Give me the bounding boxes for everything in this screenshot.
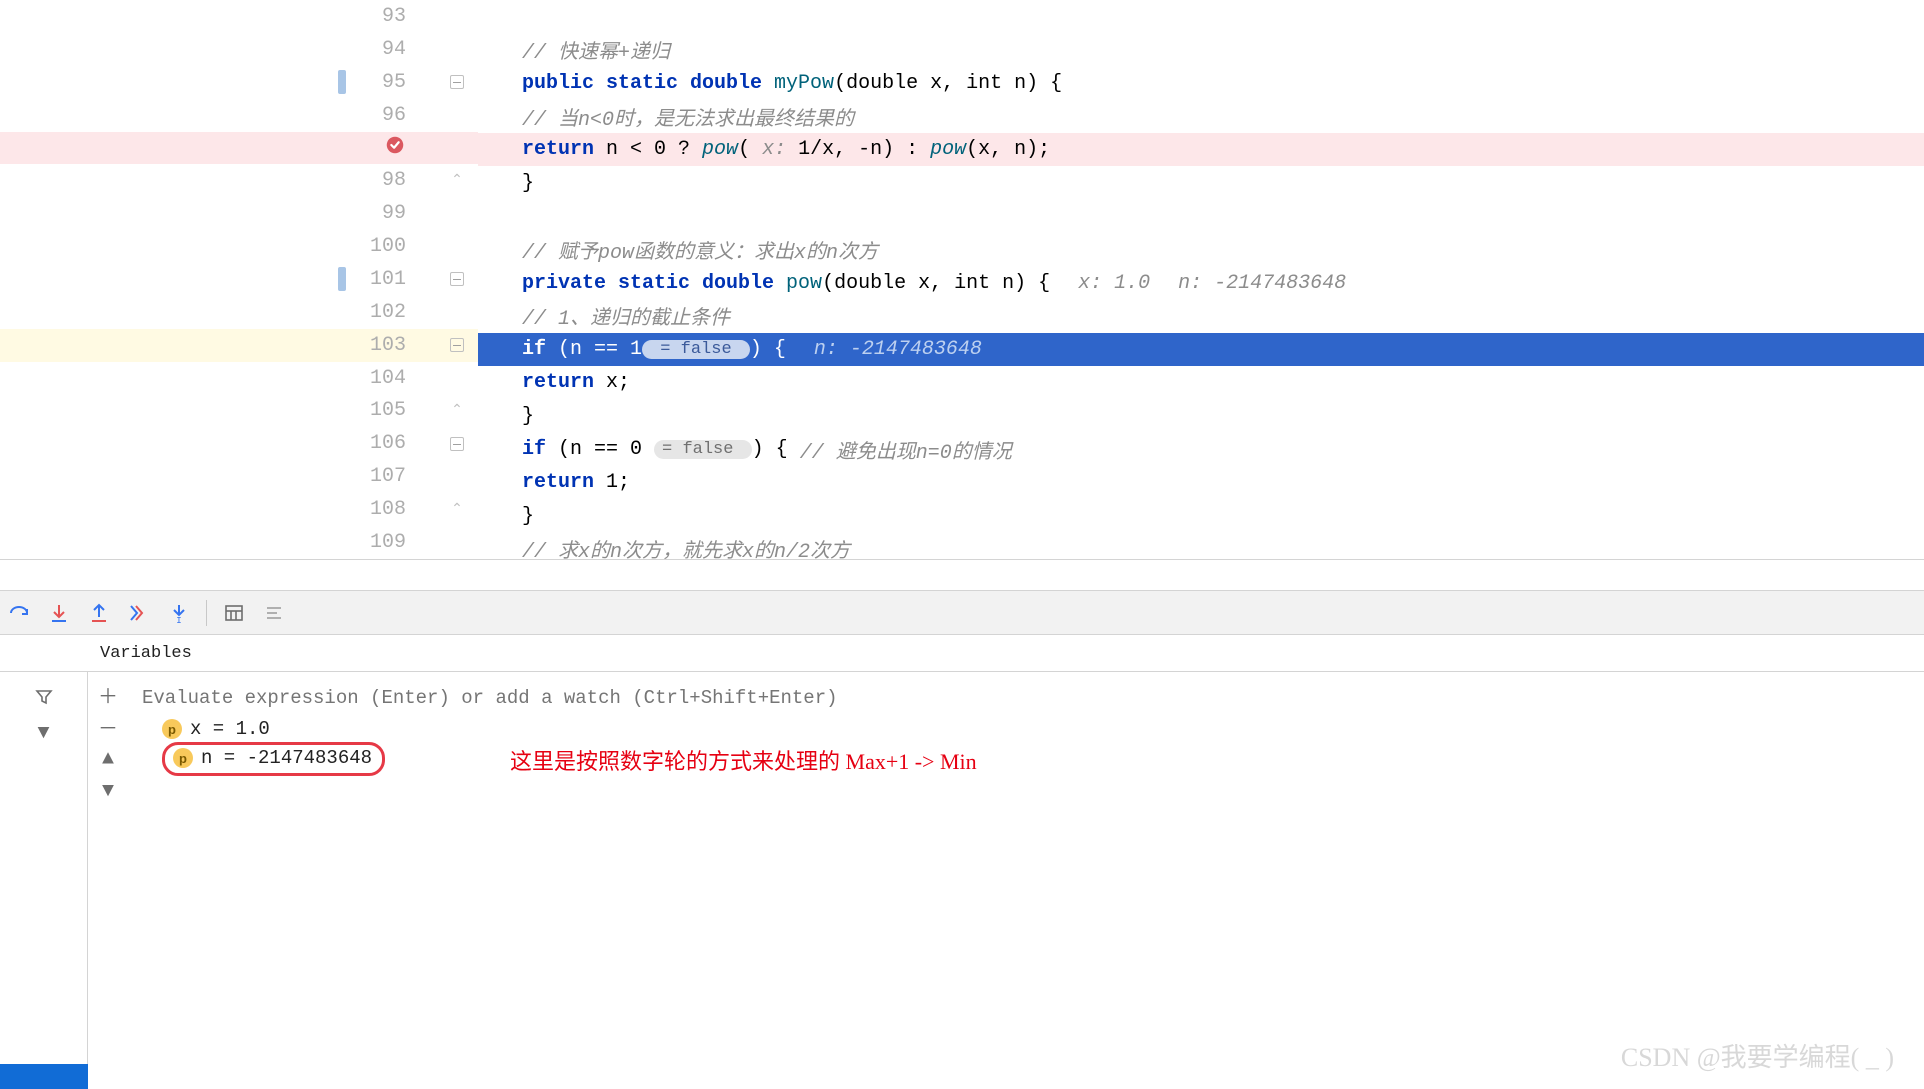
code-comment: // 快速幂+递归 [522,35,670,65]
line-number: 106 [346,432,406,455]
fold-icon[interactable] [450,437,464,451]
debug-toolbar: I [0,590,1924,635]
user-annotation-text: 这里是按照数字轮的方式来处理的 Max+1 -> Min [510,744,977,776]
line-number: 99 [346,202,406,225]
fold-icon[interactable] [450,75,464,89]
inline-debug-value: n: -2147483648 [1178,272,1346,295]
code-content[interactable]: // 快速幂+递归 public static double myPow(dou… [478,0,1924,559]
watermark-text: CSDN @我要学编程( _ ) [1621,1037,1894,1074]
line-number: 107 [346,465,406,488]
watch-side-toolbar: ＋ － ▲ ▼ [88,672,128,1089]
variables-tab[interactable]: Variables [0,635,1924,672]
inline-evaluation: = false [654,440,752,459]
evaluate-expression-button[interactable] [221,600,247,626]
variables-list: p x = 1.0 p n = -2147483648 这里是按照数字轮的方式来… [128,672,1924,1089]
svg-text:I: I [176,616,181,624]
line-number: 100 [346,235,406,258]
fold-end-icon[interactable]: ⌃ [450,174,464,188]
line-number: 102 [346,301,406,324]
selected-frame-indicator[interactable] [0,1064,88,1089]
dropdown-button[interactable]: ▼ [31,720,57,746]
line-number: 108 [346,498,406,521]
line-number: 101 [346,268,406,291]
run-to-cursor-button[interactable]: I [166,600,192,626]
code-comment: // 当n<0时，是无法求出最终结果的 [522,102,854,132]
current-execution-line: if (n == 1 = false ) {n: -2147483648 [478,333,1924,366]
code-comment: // 求x的n次方，就先求x的n/2次方 [522,534,850,564]
step-over-button[interactable] [6,600,32,626]
change-marker [338,70,346,94]
variable-row[interactable]: p n = -2147483648 [138,744,1924,774]
fold-icon[interactable] [450,272,464,286]
change-marker [338,267,346,291]
toolbar-separator [206,600,207,626]
inline-debug-value: x: 1.0 [1078,272,1150,295]
annotation-highlight: p n = -2147483648 [162,742,385,776]
parameter-badge-icon: p [173,748,193,768]
remove-watch-button[interactable]: － [95,714,121,740]
code-comment: // 赋予pow函数的意义：求出x的n次方 [522,235,878,265]
inline-evaluation: = false [642,340,750,359]
variable-value: x = 1.0 [190,718,270,740]
move-down-button[interactable]: ▼ [95,778,121,804]
move-up-button[interactable]: ▲ [95,746,121,772]
variable-row[interactable]: p x = 1.0 [138,714,1924,744]
frames-side-toolbar: ▼ [0,672,88,1089]
add-watch-button[interactable]: ＋ [95,682,121,708]
inline-debug-value: n: -2147483648 [814,338,982,361]
line-number: 95 [346,71,406,94]
line-number: 103 [346,334,406,357]
step-out-button[interactable] [86,600,112,626]
line-number: 105 [346,399,406,422]
fold-end-icon[interactable]: ⌃ [450,404,464,418]
line-number: 98 [346,169,406,192]
fold-icon[interactable] [450,338,464,352]
filter-button[interactable] [31,684,57,710]
parameter-badge-icon: p [162,719,182,739]
line-number: 93 [346,5,406,28]
variable-value: n = -2147483648 [201,747,372,769]
evaluate-expression-input[interactable] [138,682,1924,714]
breakpoint-icon[interactable] [384,134,406,161]
trace-current-stream-button[interactable] [261,600,287,626]
variables-panel: ▼ ＋ － ▲ ▼ p x = 1.0 p n = -2147483648 这里… [0,672,1924,1089]
editor-gutter: 93 94 95 96 98 ⌃ 99 100 101 102 103 104 1… [0,0,478,559]
fold-end-icon[interactable]: ⌃ [450,503,464,517]
line-number: 109 [346,531,406,554]
line-number: 96 [346,104,406,127]
line-number: 104 [346,367,406,390]
code-comment: // 1、递归的截止条件 [522,301,730,331]
step-into-button[interactable] [46,600,72,626]
line-number: 94 [346,38,406,61]
code-editor: 93 94 95 96 98 ⌃ 99 100 101 102 103 104 1… [0,0,1924,560]
force-step-into-button[interactable] [126,600,152,626]
